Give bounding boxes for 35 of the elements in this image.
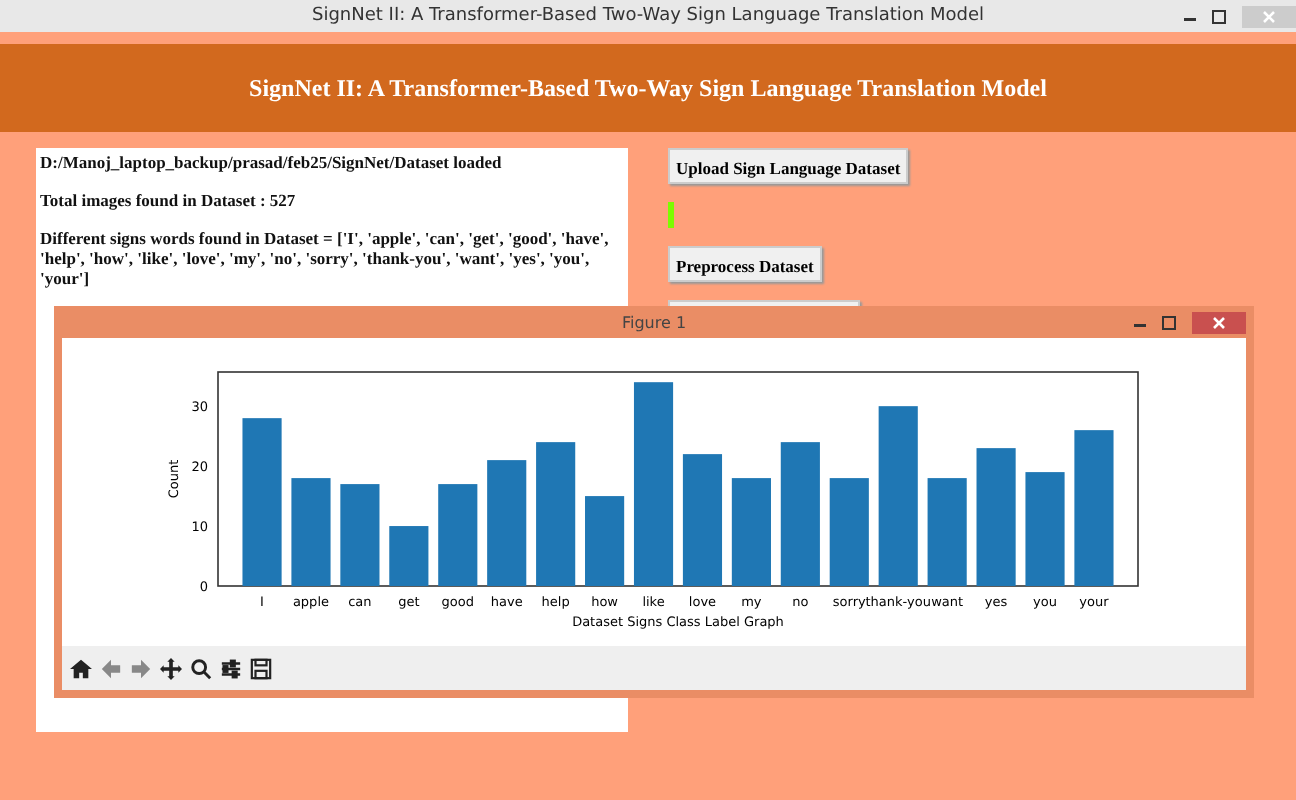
zoom-icon[interactable] [190,657,212,679]
bar [976,448,1016,586]
close-icon [1212,315,1226,329]
bar [389,526,429,586]
output-line: Different signs words found in Dataset = ['I', 'apple', 'can', 'get', 'good', 'have', 'help', 'how', 'like', 'love', 'my', 'no', 'sorry', 'thank-you', 'want', 'yes', 'you', 'your'] [40,228,611,288]
bar [829,478,869,586]
home-icon[interactable] [70,657,92,679]
bar [927,478,967,586]
status-indicator [668,202,674,228]
action-button[interactable]: Upload Sign Language Dataset [668,148,909,184]
action-button[interactable]: Preprocess Dataset [668,246,822,282]
restore-icon[interactable] [1162,315,1176,329]
move-icon[interactable] [160,657,182,679]
output-line: D:/Manoj_laptop_backup/prasad/feb25/SignNet/Dataset loaded [40,152,504,172]
sliders-icon[interactable] [220,657,242,679]
bar [291,478,331,586]
bar [780,442,820,586]
close-button[interactable] [1192,311,1246,333]
forward-arrow-icon[interactable] [130,657,152,679]
bar [731,478,771,586]
restore-icon[interactable] [1212,9,1226,23]
save-icon[interactable] [250,657,272,679]
back-arrow-icon[interactable] [100,657,122,679]
bar [438,484,478,586]
bar [487,460,527,586]
app-heading: SignNet II: A Transformer-Based Two-Way Sign Language Translation Model [249,73,1047,103]
figure-title: Figure 1 [621,313,687,331]
output-line: Total images found in Dataset : 527 [40,190,298,210]
bar [1025,472,1065,586]
window-title: SignNet II: A Transformer-Based Two-Way Sign Language Translation Model [312,6,984,26]
bar [682,454,723,586]
close-icon [1262,9,1276,23]
bar [340,484,380,586]
bar [536,442,576,586]
bar [585,496,625,586]
